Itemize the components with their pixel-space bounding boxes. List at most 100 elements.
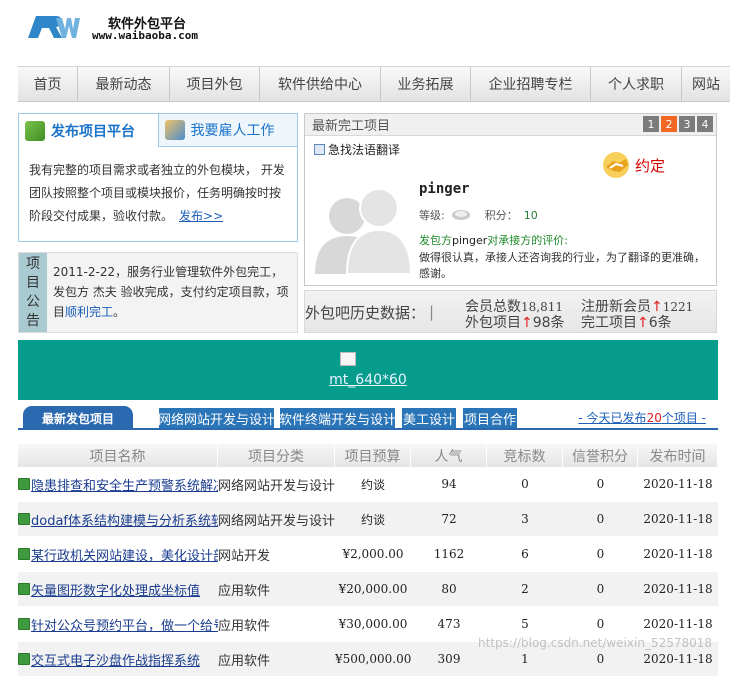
stat-done-value: 6条 xyxy=(648,315,672,331)
tab-web-dev[interactable]: 网络网站开发与设计 xyxy=(158,408,275,428)
new-icon xyxy=(18,618,30,630)
col-credit[interactable]: 信誉积分 xyxy=(563,444,638,467)
project-views: 473 xyxy=(437,617,461,631)
stats-separator: | xyxy=(429,303,435,321)
notice-highlight[interactable]: 顺利完工 xyxy=(65,305,113,319)
project-views: 1162 xyxy=(433,547,465,561)
notice-label-char: 项 xyxy=(26,255,40,272)
eval-suffix: 对承接方的评价: xyxy=(487,234,569,247)
document-icon xyxy=(314,144,325,155)
tab-latest-projects[interactable]: 最新发包项目 xyxy=(23,406,133,430)
tab-design[interactable]: 美工设计 xyxy=(402,408,456,428)
project-name: 针对公众号预约平台，做一个给号 xyxy=(31,618,218,634)
agreement-badge: 约定 xyxy=(601,150,665,180)
today-count-link[interactable]: - 今天已发布20个项目 - xyxy=(578,409,706,426)
table-row: 隐患排查和安全生产预警系统解决 网络网站开发与设计 约谈 94 0 0 2020-11-18 xyxy=(18,467,718,502)
project-budget: ¥2,000.00 xyxy=(342,547,404,561)
tab-publish-label: 发布项目平台 xyxy=(51,123,135,140)
nav-home[interactable]: 首页 xyxy=(18,67,78,101)
new-icon xyxy=(18,583,30,595)
col-category[interactable]: 项目分类 xyxy=(218,444,335,467)
project-category: 网络网站开发与设计 xyxy=(218,513,335,529)
notice-label-char: 告 xyxy=(26,312,40,329)
project-date: 2020-11-18 xyxy=(643,652,713,666)
project-credit: 0 xyxy=(596,547,605,561)
project-bids: 0 xyxy=(521,477,529,491)
publish-panel: 发布项目平台 我要雇人工作 我有完整的项目需求或者独立的外包模块， 开发团队按照… xyxy=(18,113,298,242)
nav-job-seeking[interactable]: 个人求职 xyxy=(591,67,682,101)
people-icon xyxy=(164,120,185,140)
project-views: 72 xyxy=(441,512,457,526)
project-budget: 约谈 xyxy=(360,512,385,527)
project-date: 2020-11-18 xyxy=(643,547,713,561)
project-budget: ¥500,000.00 xyxy=(335,652,411,666)
publish-link[interactable]: 发布>> xyxy=(179,209,223,223)
nav-outsourcing[interactable]: 项目外包 xyxy=(170,67,260,101)
stat-projects-label: 外包项目 xyxy=(465,315,521,331)
project-name: 某行政机关网站建设，美化设计部 xyxy=(31,548,218,564)
agreement-label: 约定 xyxy=(635,156,666,175)
broken-image-icon xyxy=(340,352,356,366)
site-url: www.waibaoba.com xyxy=(92,29,198,42)
stat-projects: 外包项目↑98条 xyxy=(465,312,565,332)
project-name-link[interactable]: 交互式电子沙盘作战指挥系统 xyxy=(18,650,218,669)
nav-news[interactable]: 最新动态 xyxy=(78,67,170,101)
watermark: https://blog.csdn.net/weixin_52578018 xyxy=(478,636,713,650)
eval-name: pinger xyxy=(452,234,488,247)
project-credit: 0 xyxy=(596,477,605,491)
project-name-link[interactable]: 某行政机关网站建设，美化设计部 xyxy=(18,545,218,564)
project-credit: 0 xyxy=(596,512,605,526)
col-views[interactable]: 人气 xyxy=(411,444,487,467)
project-category: 网络网站开发与设计 xyxy=(218,478,335,494)
project-credit: 0 xyxy=(596,617,605,631)
project-views: 309 xyxy=(437,652,461,666)
tab-cooperation[interactable]: 项目合作 xyxy=(463,408,517,428)
tab-publish-project[interactable]: 发布项目平台 xyxy=(19,114,159,147)
up-arrow-icon: ↑ xyxy=(637,315,649,331)
notice-label: 项 目 公 告 xyxy=(19,253,47,332)
col-date[interactable]: 发布时间 xyxy=(638,444,718,467)
completed-project-link[interactable]: 急找法语翻译 xyxy=(314,141,400,158)
project-category: 应用软件 xyxy=(218,653,271,669)
project-name-link[interactable]: dodaf体系结构建模与分析系统软 xyxy=(18,510,218,529)
stat-done-label: 完工项目 xyxy=(581,315,637,331)
score-value: 10 xyxy=(523,208,538,222)
page-3[interactable]: 3 xyxy=(679,116,695,132)
project-name: 矢量图形数字化处理成坐标值 xyxy=(31,583,201,599)
nav-website[interactable]: 网站 xyxy=(682,67,730,101)
nav-supply-center[interactable]: 软件供给中心 xyxy=(260,67,381,101)
col-budget[interactable]: 项目预算 xyxy=(335,444,411,467)
ad-banner[interactable]: mt_640*60 xyxy=(18,340,718,400)
table-row: 某行政机关网站建设，美化设计部 网站开发 ¥2,000.00 1162 6 0 2020-1… xyxy=(18,537,718,572)
project-credit: 0 xyxy=(596,582,605,596)
stat-projects-value: 98条 xyxy=(532,315,565,331)
table-row: dodaf体系结构建模与分析系统软 网络网站开发与设计 约谈 72 3 0 2020-11-… xyxy=(18,502,718,537)
page-2[interactable]: 2 xyxy=(661,116,677,132)
project-bids: 2 xyxy=(521,582,529,596)
main-nav: 首页 最新动态 项目外包 软件供给中心 业务拓展 企业招聘专栏 个人求职 网站 xyxy=(18,66,730,102)
user-name[interactable]: pinger xyxy=(419,181,470,197)
page-4[interactable]: 4 xyxy=(697,116,713,132)
site-logo[interactable] xyxy=(26,12,80,42)
new-icon xyxy=(18,513,30,525)
tab-software-dev[interactable]: 软件终端开发与设计 xyxy=(279,408,396,428)
project-name-link[interactable]: 隐患排查和安全生产预警系统解决 xyxy=(18,475,218,494)
nav-business[interactable]: 业务拓展 xyxy=(381,67,471,101)
evaluation-heading: 发包方pinger对承接方的评价: xyxy=(419,232,568,248)
project-name: 交互式电子沙盘作战指挥系统 xyxy=(31,653,201,669)
project-bids: 1 xyxy=(521,652,529,666)
nav-recruitment[interactable]: 企业招聘专栏 xyxy=(471,67,591,101)
project-name-link[interactable]: 矢量图形数字化处理成坐标值 xyxy=(18,580,218,599)
publish-description: 我有完整的项目需求或者独立的外包模块， 开发团队按照整个项目或模块报价，任务明确… xyxy=(19,147,297,228)
col-name[interactable]: 项目名称 xyxy=(18,444,218,467)
project-name-link[interactable]: 针对公众号预约平台，做一个给号 xyxy=(18,615,218,634)
pager: 1 2 3 4 xyxy=(643,116,713,132)
today-count: 20 xyxy=(646,411,662,425)
col-bids[interactable]: 竞标数 xyxy=(487,444,563,467)
tab-hire[interactable]: 我要雇人工作 xyxy=(159,114,298,146)
level-badge-icon xyxy=(451,210,470,220)
banner-alt-text[interactable]: mt_640*60 xyxy=(329,372,407,388)
up-arrow-icon: ↑ xyxy=(521,315,533,331)
page-1[interactable]: 1 xyxy=(643,116,659,132)
evaluation-text: 做得很认真，承接人还咨询我的行业，为了翻译的更准确，感谢。 xyxy=(419,251,705,280)
